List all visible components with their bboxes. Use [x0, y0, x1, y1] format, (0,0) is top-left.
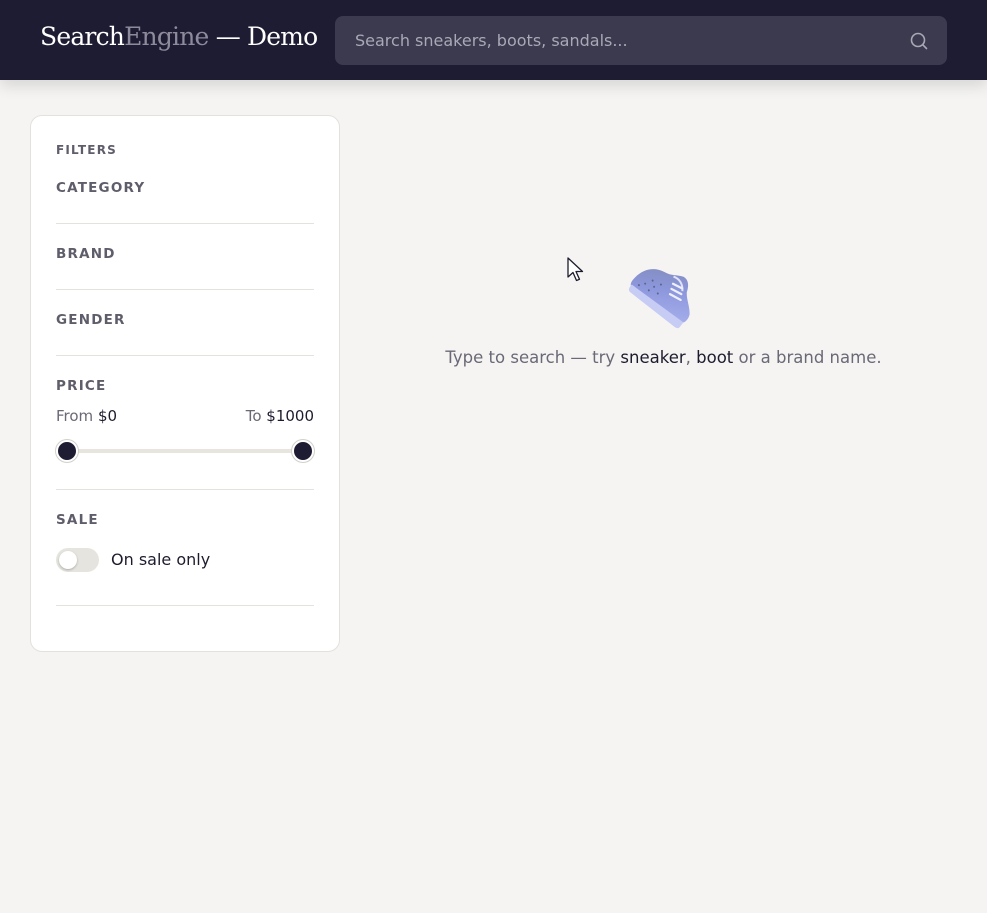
- on-sale-toggle[interactable]: [56, 548, 99, 572]
- suggestion-boot: boot: [696, 348, 734, 367]
- divider: [56, 355, 314, 356]
- sneaker-icon: [628, 269, 690, 329]
- empty-state: Type to search — try sneaker, boot or a …: [400, 250, 927, 390]
- divider: [56, 223, 314, 224]
- top-bar: SearchEngine — Demo: [0, 0, 987, 80]
- price-to-label: To: [245, 407, 262, 425]
- filter-section-gender[interactable]: GENDER: [56, 312, 126, 328]
- price-from-value: $0: [97, 407, 118, 425]
- price-from-label: From: [56, 407, 94, 425]
- site-logo[interactable]: SearchEngine — Demo: [40, 22, 319, 51]
- price-slider-track[interactable]: [67, 449, 303, 453]
- suggestion-sneaker: sneaker: [620, 348, 686, 367]
- filters-title: FILTERS: [56, 143, 117, 157]
- empty-state-message: Type to search — try sneaker, boot or a …: [400, 348, 927, 367]
- filter-section-sale: SALE: [56, 512, 99, 528]
- search-icon[interactable]: [909, 31, 929, 51]
- price-slider-min-handle[interactable]: [56, 440, 78, 462]
- price-to: To $1000: [246, 407, 314, 425]
- filter-section-category[interactable]: CATEGORY: [56, 180, 145, 196]
- divider: [56, 489, 314, 490]
- price-slider-max-handle[interactable]: [292, 440, 314, 462]
- divider: [56, 289, 314, 290]
- mouse-cursor-icon: [567, 257, 584, 282]
- divider: [56, 605, 314, 606]
- empty-prefix: Type to search — try: [445, 348, 621, 367]
- filters-panel: FILTERS CATEGORY BRAND GENDER PRICE From…: [30, 115, 340, 652]
- empty-sep: ,: [685, 348, 697, 367]
- logo-engine-text: Engine: [124, 22, 209, 51]
- on-sale-label[interactable]: On sale only: [111, 550, 210, 569]
- search-input[interactable]: [335, 16, 895, 65]
- filter-section-price: PRICE: [56, 378, 107, 394]
- filter-section-brand[interactable]: BRAND: [56, 246, 116, 262]
- price-to-value: $1000: [266, 407, 314, 425]
- logo-demo-text: — Demo: [208, 22, 319, 51]
- search-bar: [335, 16, 947, 65]
- empty-suffix: or a brand name.: [733, 348, 882, 367]
- toggle-knob: [59, 551, 77, 569]
- price-from: From $0: [56, 407, 117, 425]
- logo-search-text: Search: [40, 22, 125, 51]
